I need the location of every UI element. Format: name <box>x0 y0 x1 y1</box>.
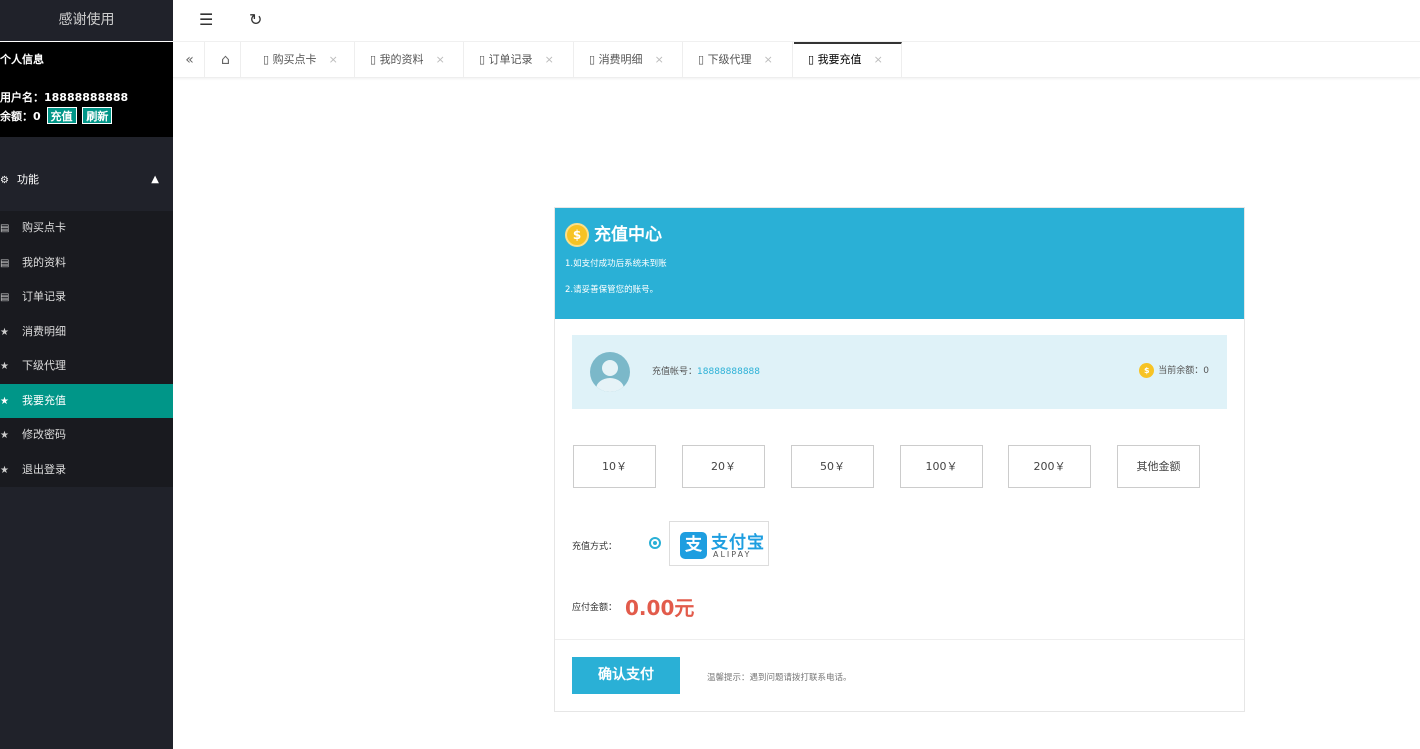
profile-title: 个人信息 <box>0 41 173 77</box>
alipay-logo-icon: 支 <box>680 532 707 559</box>
balance-label: 余额：0 <box>0 110 41 123</box>
close-icon[interactable]: × <box>545 53 554 66</box>
username-row: 用户名：18888888888 <box>0 91 129 104</box>
payment-method-label: 充值方式： <box>572 542 618 552</box>
current-balance: $ 当前余额：0 <box>1139 363 1209 378</box>
refresh-icon[interactable]: ↻ <box>249 10 262 29</box>
card-icon: ▤ <box>0 257 10 269</box>
notice-line-2: 2.请妥善保管您的账号。 <box>565 285 659 295</box>
tab-consumption[interactable]: ▯ 消费明细 × <box>575 42 683 78</box>
profile-box: 用户名：18888888888 余额：0 充值 刷新 <box>0 77 173 137</box>
tab-label: 订单记录 <box>488 53 533 66</box>
account-label: 充值帐号：18888888888 <box>652 364 760 377</box>
sidebar-item-consumption[interactable]: ★ 消费明细 <box>0 315 173 350</box>
card-title: $ 充值中心 <box>565 220 1234 250</box>
amount-due-value: 0.00元 <box>625 596 695 620</box>
card-footer: 确认支付 温馨提示：遇到问题请拨打联系电话。 <box>555 639 1244 711</box>
home-icon[interactable]: ⌂ <box>211 42 241 78</box>
sidebar-item-recharge[interactable]: ★ 我要充值 <box>0 383 173 418</box>
coin-icon: $ <box>565 223 589 247</box>
amount-option-other[interactable]: 其他金额 <box>1117 445 1200 488</box>
top-header: ☰ ↻ <box>173 0 1420 42</box>
tab-buy-card[interactable]: ▯ 购买点卡 × <box>249 42 355 78</box>
sidebar-item-label: 修改密码 <box>22 428 66 441</box>
tab-label: 消费明细 <box>598 53 643 66</box>
tab-label: 下级代理 <box>707 53 752 66</box>
tab-orders[interactable]: ▯ 订单记录 × <box>465 42 574 78</box>
tab-recharge[interactable]: ▯ 我要充值 × <box>794 42 902 78</box>
coin-icon: $ <box>1139 363 1155 378</box>
close-icon[interactable]: × <box>655 53 664 66</box>
submenu: ▤ 购买点卡 ▤ 我的资料 ▤ 订单记录 ★ 消费明细 ★ 下级代理 ★ 我要充值 ★ 修改密… <box>0 211 173 487</box>
sidebar-item-buy-card[interactable]: ▤ 购买点卡 <box>0 211 173 246</box>
star-icon: ★ <box>0 430 9 441</box>
tab-label: 我要充值 <box>817 53 862 66</box>
amount-option-50[interactable]: 50￥ <box>791 445 874 488</box>
confirm-payment-button[interactable]: 确认支付 <box>572 657 680 694</box>
card-icon: ▤ <box>0 223 10 234</box>
star-icon: ★ <box>0 395 9 407</box>
account-panel: 充值帐号：18888888888 $ 当前余额：0 <box>572 335 1227 409</box>
tab-label: 我的资料 <box>379 53 424 66</box>
tab-agents[interactable]: ▯ 下级代理 × <box>684 42 793 78</box>
sidebar-item-my-profile[interactable]: ▤ 我的资料 <box>0 246 173 281</box>
account-label-text: 充值帐号： <box>652 367 698 377</box>
card-title-text: 充值中心 <box>594 225 662 245</box>
sidebar-item-agents[interactable]: ★ 下级代理 <box>0 349 173 384</box>
gear-icon: ⚙ <box>0 175 9 186</box>
account-value: 18888888888 <box>697 367 761 377</box>
sidebar-item-logout[interactable]: ★ 退出登录 <box>0 453 173 488</box>
close-icon[interactable]: × <box>764 53 773 66</box>
notice-line-1: 1.如支付成功后系统未到账 <box>565 259 667 269</box>
current-balance-text: 当前余额：0 <box>1158 366 1209 376</box>
alipay-radio[interactable] <box>649 537 661 549</box>
tab-label: 购买点卡 <box>272 53 317 66</box>
avatar <box>590 352 630 392</box>
close-icon[interactable]: × <box>329 53 338 66</box>
star-icon: ★ <box>0 361 9 372</box>
caret-up-icon: ▲ <box>151 174 159 185</box>
sidebar-item-label: 购买点卡 <box>22 221 66 234</box>
amount-due: 应付金额： 0.00元 <box>572 592 694 621</box>
tabs-scroll-left-icon[interactable]: « <box>175 42 205 78</box>
amount-option-100[interactable]: 100￥ <box>900 445 983 488</box>
sidebar: 感谢使用 个人信息 用户名：18888888888 余额：0 充值 刷新 ⚙ 功能… <box>0 0 173 749</box>
sidebar-item-label: 退出登录 <box>22 462 66 476</box>
menu-group-label: 功能 <box>16 173 39 186</box>
menu-group-features[interactable]: ⚙ 功能 ▲ <box>0 149 173 211</box>
sidebar-refresh-button[interactable]: 刷新 <box>82 107 113 124</box>
sidebar-item-change-password[interactable]: ★ 修改密码 <box>0 418 173 453</box>
card-icon: ▤ <box>0 292 10 303</box>
tab-my-profile[interactable]: ▯ 我的资料 × <box>356 42 464 78</box>
tab-bar: « ⌂ ▯ 购买点卡 × ▯ 我的资料 × ▯ 订单记录 × ▯ 消费明细 × ▯ 下级… <box>173 42 1420 78</box>
sidebar-item-label: 订单记录 <box>22 290 66 303</box>
alipay-name-en: ALIPAY <box>713 550 752 559</box>
sidebar-item-label: 下级代理 <box>22 359 66 372</box>
menu-toggle-icon[interactable]: ☰ <box>199 10 213 29</box>
recharge-card: $ 充值中心 1.如支付成功后系统未到账 2.请妥善保管您的账号。 充值帐号：18… <box>554 207 1245 712</box>
amount-option-10[interactable]: 10￥ <box>573 445 656 488</box>
star-icon: ★ <box>0 326 9 338</box>
sidebar-item-label: 我的资料 <box>22 255 66 269</box>
amount-option-200[interactable]: 200￥ <box>1008 445 1091 488</box>
sidebar-item-label: 我要充值 <box>22 393 66 407</box>
sidebar-item-label: 消费明细 <box>22 324 66 338</box>
amount-option-20[interactable]: 20￥ <box>682 445 765 488</box>
close-icon[interactable]: × <box>874 53 883 66</box>
amount-due-label: 应付金额： <box>572 603 618 613</box>
star-icon: ★ <box>0 464 9 476</box>
sidebar-recharge-button[interactable]: 充值 <box>46 107 77 124</box>
card-header: $ 充值中心 1.如支付成功后系统未到账 2.请妥善保管您的账号。 <box>555 208 1244 319</box>
balance-row: 余额：0 充值 刷新 <box>0 107 173 125</box>
close-icon[interactable]: × <box>436 53 445 66</box>
tip-text: 温馨提示：遇到问题请拨打联系电话。 <box>707 673 852 683</box>
sidebar-item-orders[interactable]: ▤ 订单记录 <box>0 280 173 315</box>
app-logo: 感谢使用 <box>0 0 173 41</box>
alipay-option[interactable]: 支 支付宝 ALIPAY <box>669 521 769 566</box>
